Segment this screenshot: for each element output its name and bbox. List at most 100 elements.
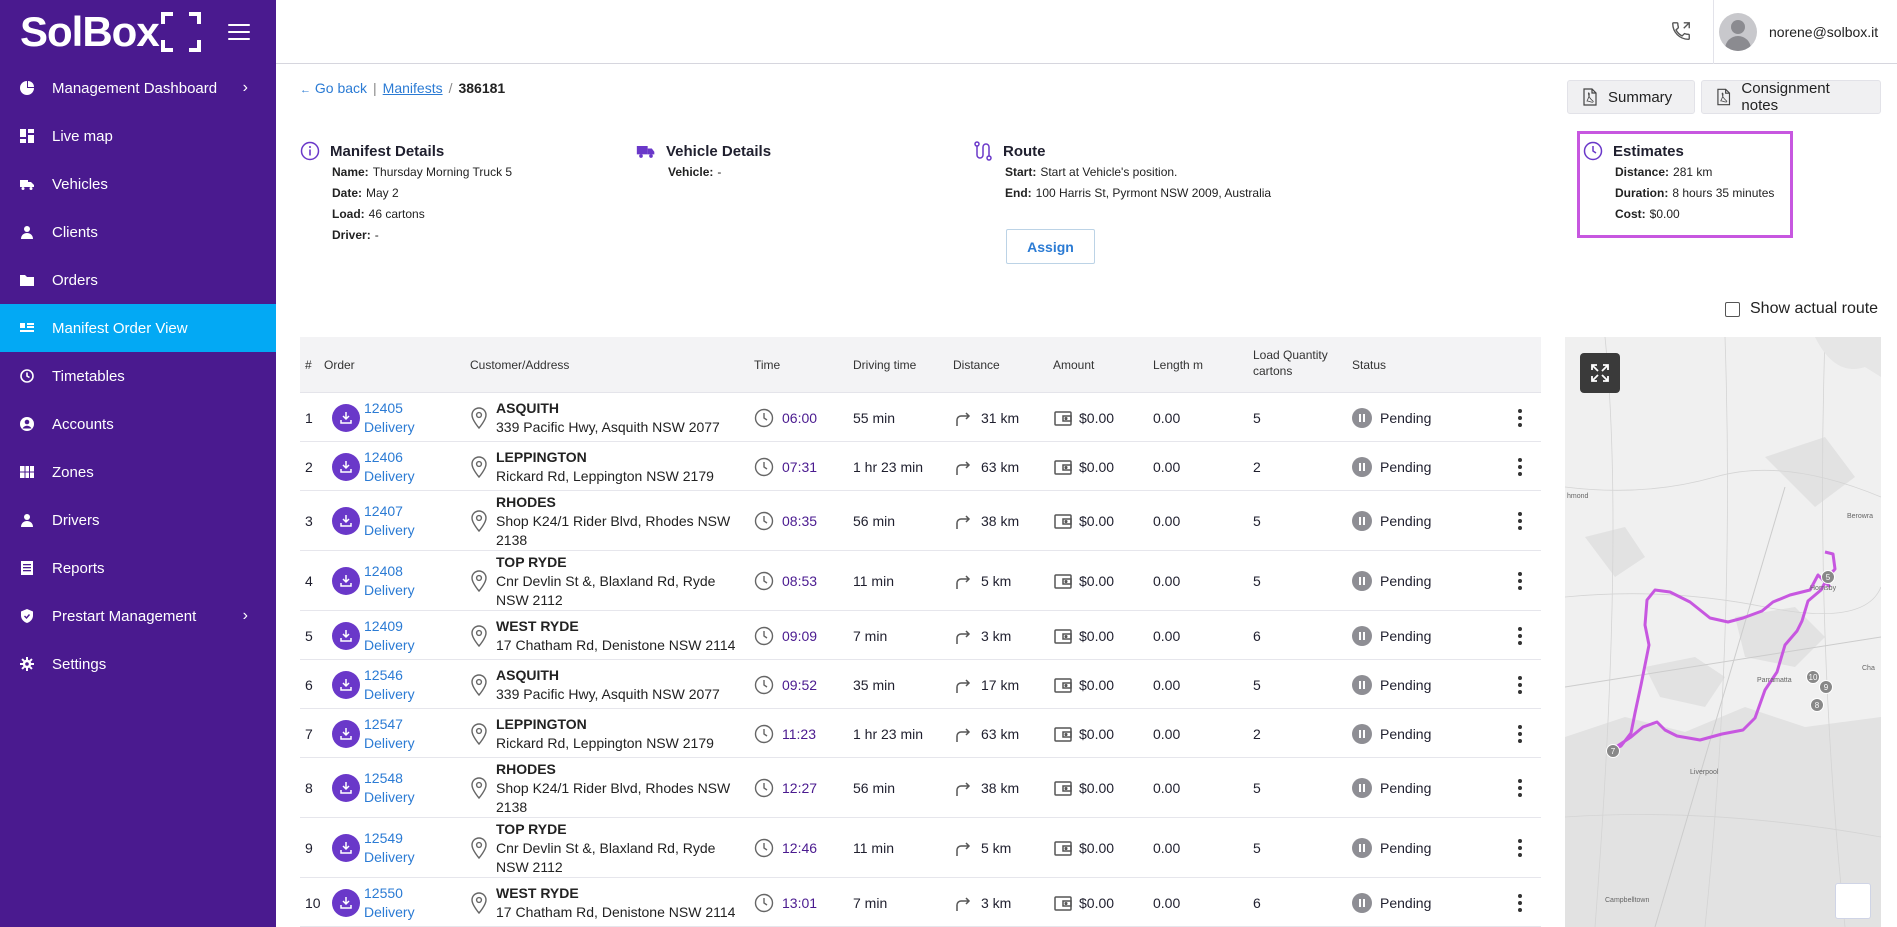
kebab-menu-icon[interactable] xyxy=(1518,572,1522,590)
map-stop-marker[interactable]: 9 xyxy=(1819,680,1833,694)
kebab-menu-icon[interactable] xyxy=(1518,512,1522,530)
load-cell: 2 xyxy=(1253,458,1261,475)
map-stop-marker[interactable]: 8 xyxy=(1810,698,1824,712)
row-menu-button[interactable] xyxy=(1518,758,1522,818)
order-icon[interactable] xyxy=(332,660,360,709)
table-row[interactable]: 5 12409 Delivery WEST RYDE 17 Chatham Rd, De… xyxy=(300,611,1541,660)
table-row[interactable]: 9 12549 Delivery TOP RYDE Cnr Devlin St &, B… xyxy=(300,818,1541,878)
map-stop-marker[interactable]: 5 xyxy=(1821,570,1835,584)
order-link[interactable]: 12546 Delivery xyxy=(364,660,415,709)
order-link[interactable]: 12408 Delivery xyxy=(364,551,415,611)
table-row[interactable]: 10 12550 Delivery WEST RYDE 17 Chatham Rd, D… xyxy=(300,878,1541,927)
order-link[interactable]: 12548 Delivery xyxy=(364,758,415,818)
status-badge: Pending xyxy=(1352,758,1431,818)
table-row[interactable]: 3 12407 Delivery RHODES Shop K24/1 Rider Blv… xyxy=(300,491,1541,551)
sidebar-item-prestart-management[interactable]: Prestart Management › xyxy=(0,592,276,640)
order-link[interactable]: 12547 Delivery xyxy=(364,709,415,758)
driving-time: 35 min xyxy=(853,676,896,693)
summary-button[interactable]: Summary xyxy=(1567,80,1695,114)
go-back-link[interactable]: ← Go back xyxy=(300,80,367,96)
manifests-link[interactable]: Manifests xyxy=(383,80,443,96)
hamburger-menu-icon[interactable] xyxy=(228,24,250,40)
show-actual-route-toggle[interactable]: Show actual route xyxy=(1725,300,1878,318)
turn-right-icon xyxy=(956,782,971,796)
row-menu-button[interactable] xyxy=(1518,660,1522,709)
status-badge: Pending xyxy=(1352,442,1431,491)
table-row[interactable]: 2 12406 Delivery LEPPINGTON Rickard Rd, Lepp… xyxy=(300,442,1541,491)
table-row[interactable]: 7 12547 Delivery LEPPINGTON Rickard Rd, Lepp… xyxy=(300,709,1541,758)
sidebar-item-live-map[interactable]: Live map xyxy=(0,112,276,160)
table-row[interactable]: 1 12405 Delivery ASQUITH 339 Pacific Hwy, As… xyxy=(300,393,1541,442)
row-menu-button[interactable] xyxy=(1518,878,1522,927)
kebab-menu-icon[interactable] xyxy=(1518,457,1522,476)
map-canvas[interactable] xyxy=(1565,337,1881,927)
order-icon[interactable] xyxy=(332,709,360,758)
show-actual-route-checkbox[interactable] xyxy=(1725,301,1740,317)
kebab-menu-icon[interactable] xyxy=(1518,839,1522,857)
order-icon[interactable] xyxy=(332,818,360,878)
sidebar-item-timetables[interactable]: Timetables xyxy=(0,352,276,400)
kebab-menu-icon[interactable] xyxy=(1518,724,1522,743)
sidebar-item-zones[interactable]: Zones xyxy=(0,448,276,496)
sidebar-item-clients[interactable]: Clients xyxy=(0,208,276,256)
sidebar-item-settings[interactable]: Settings xyxy=(0,640,276,688)
order-icon[interactable] xyxy=(332,878,360,927)
phone-forward-icon[interactable] xyxy=(1670,20,1692,42)
consignment-notes-button[interactable]: Consignment notes xyxy=(1701,80,1881,114)
kebab-menu-icon[interactable] xyxy=(1518,675,1522,694)
kebab-menu-icon[interactable] xyxy=(1518,626,1522,645)
wallet-icon xyxy=(1054,628,1072,644)
order-link[interactable]: 12406 Delivery xyxy=(364,442,415,491)
row-menu-button[interactable] xyxy=(1518,551,1522,611)
row-menu-button[interactable] xyxy=(1518,442,1522,491)
fullscreen-button[interactable] xyxy=(1580,353,1620,393)
status-badge: Pending xyxy=(1352,878,1431,927)
sidebar-item-orders[interactable]: Orders xyxy=(0,256,276,304)
col-load: Load Quantity cartons xyxy=(1253,348,1328,378)
sidebar-item-management-dashboard[interactable]: Management Dashboard › xyxy=(0,64,276,112)
driving-time: 1 hr 23 min xyxy=(853,725,924,742)
table-row[interactable]: 4 12408 Delivery TOP RYDE Cnr Devlin St &, B… xyxy=(300,551,1541,611)
orders-table: # Order Customer/Address Time Driving ti… xyxy=(300,337,1541,927)
sidebar-item-reports[interactable]: Reports xyxy=(0,544,276,592)
order-icon[interactable] xyxy=(332,611,360,660)
table-row[interactable]: 6 12546 Delivery ASQUITH 339 Pacific Hwy, As… xyxy=(300,660,1541,709)
order-icon[interactable] xyxy=(332,551,360,611)
order-link[interactable]: 12405 Delivery xyxy=(364,393,415,442)
order-icon[interactable] xyxy=(332,758,360,818)
brand-box-icon xyxy=(160,12,201,52)
assign-button[interactable]: Assign xyxy=(1006,229,1095,264)
order-icon[interactable] xyxy=(332,442,360,491)
order-link[interactable]: 12550 Delivery xyxy=(364,878,415,927)
map-stop-marker[interactable]: 10 xyxy=(1806,670,1820,684)
order-link[interactable]: 12409 Delivery xyxy=(364,611,415,660)
driving-time: 1 hr 23 min xyxy=(853,458,924,475)
map-control[interactable] xyxy=(1835,883,1871,919)
row-menu-button[interactable] xyxy=(1518,611,1522,660)
sidebar-item-vehicles[interactable]: Vehicles xyxy=(0,160,276,208)
sidebar-item-accounts[interactable]: Accounts xyxy=(0,400,276,448)
kebab-menu-icon[interactable] xyxy=(1518,408,1522,427)
kebab-menu-icon[interactable] xyxy=(1518,893,1522,912)
kebab-menu-icon[interactable] xyxy=(1518,779,1522,797)
clock-icon xyxy=(754,408,774,427)
customer-name: TOP RYDE xyxy=(496,553,567,570)
row-menu-button[interactable] xyxy=(1518,818,1522,878)
order-link[interactable]: 12549 Delivery xyxy=(364,818,415,878)
order-link[interactable]: 12407 Delivery xyxy=(364,491,415,551)
map-stop-marker[interactable]: 7 xyxy=(1606,744,1620,758)
avatar[interactable] xyxy=(1719,13,1757,51)
user-menu[interactable]: norene@solbox.it xyxy=(1717,12,1897,52)
route-map[interactable]: hmond Berowra Hornsby Parramatta Liverpo… xyxy=(1565,337,1881,927)
order-icon[interactable] xyxy=(332,393,360,442)
order-icon[interactable] xyxy=(332,491,360,551)
sidebar-item-drivers[interactable]: Drivers xyxy=(0,496,276,544)
row-menu-button[interactable] xyxy=(1518,491,1522,551)
sidebar-item-manifest-order-view[interactable]: Manifest Order View xyxy=(0,304,276,352)
row-menu-button[interactable] xyxy=(1518,393,1522,442)
pause-icon xyxy=(1352,407,1372,428)
amount-cell: $0.00 xyxy=(1053,551,1114,611)
load-cell: 2 xyxy=(1253,725,1261,742)
table-row[interactable]: 8 12548 Delivery RHODES Shop K24/1 Rider Blv… xyxy=(300,758,1541,818)
row-menu-button[interactable] xyxy=(1518,709,1522,758)
